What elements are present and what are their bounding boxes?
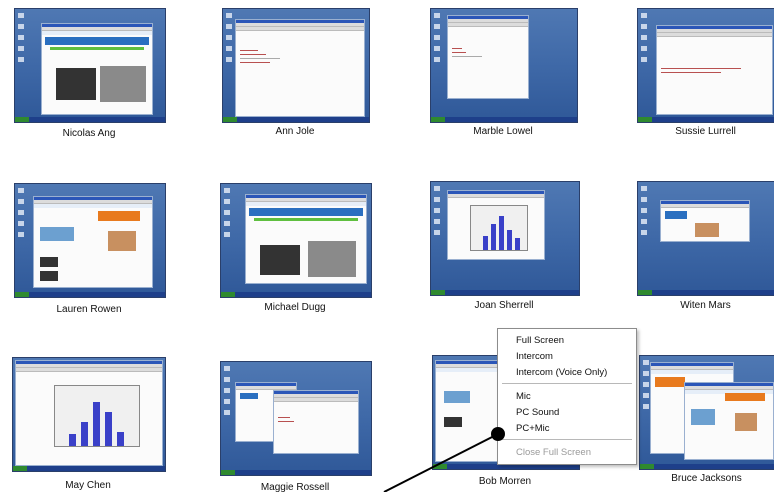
menu-separator bbox=[502, 383, 632, 384]
screen-thumbnail[interactable] bbox=[12, 357, 166, 472]
student-name: Ann Jole bbox=[275, 126, 315, 137]
screen-thumbnail[interactable] bbox=[430, 8, 578, 123]
menu-item-pc-mic[interactable]: PC+Mic bbox=[516, 423, 550, 434]
screen-thumbnail[interactable] bbox=[637, 8, 774, 123]
screen-thumbnail[interactable] bbox=[14, 8, 166, 123]
screen-thumbnail[interactable] bbox=[220, 183, 372, 298]
menu-separator bbox=[502, 439, 632, 440]
student-name: Sussie Lurrell bbox=[675, 126, 736, 137]
student-name: Bob Morren bbox=[478, 476, 532, 487]
menu-item-intercom-voice-only[interactable]: Intercom (Voice Only) bbox=[516, 367, 607, 378]
menu-item-mic[interactable]: Mic bbox=[516, 391, 531, 402]
screen-thumbnail[interactable] bbox=[220, 361, 372, 476]
student-name: Nicolas Ang bbox=[62, 128, 116, 139]
student-name: Maggie Rossell bbox=[260, 482, 330, 493]
student-name: May Chen bbox=[65, 480, 111, 491]
student-name: Marble Lowel bbox=[473, 126, 533, 137]
screen-thumbnail[interactable] bbox=[222, 8, 370, 123]
menu-item-full-screen[interactable]: Full Screen bbox=[516, 335, 564, 346]
student-name: Witen Mars bbox=[680, 300, 731, 311]
student-name: Bruce Jacksons bbox=[671, 473, 742, 484]
student-name: Michael Dugg bbox=[264, 302, 326, 313]
screen-thumbnail[interactable] bbox=[637, 181, 774, 296]
screen-thumbnail[interactable] bbox=[639, 355, 774, 470]
menu-item-intercom[interactable]: Intercom bbox=[516, 351, 553, 362]
student-name: Joan Sherrell bbox=[474, 300, 534, 311]
context-menu: Full Screen Intercom Intercom (Voice Onl… bbox=[497, 328, 637, 465]
screen-thumbnail[interactable] bbox=[430, 181, 580, 296]
menu-item-pc-sound[interactable]: PC Sound bbox=[516, 407, 559, 418]
menu-item-close-full-screen: Close Full Screen bbox=[516, 447, 591, 458]
student-name: Lauren Rowen bbox=[56, 304, 122, 315]
screen-thumbnail[interactable] bbox=[14, 183, 166, 298]
